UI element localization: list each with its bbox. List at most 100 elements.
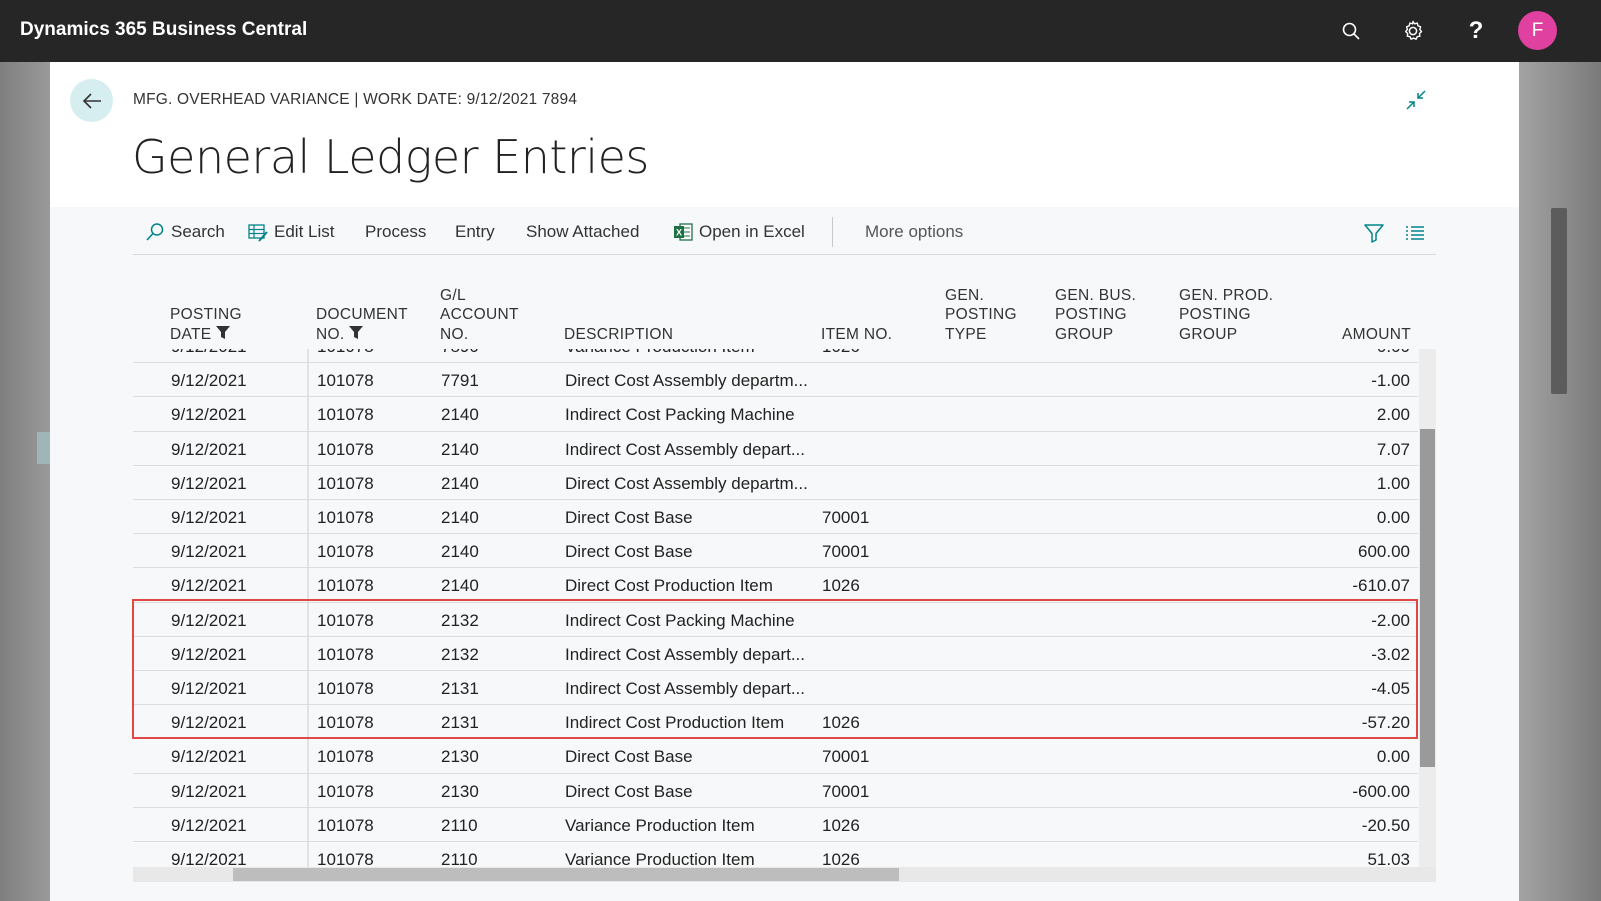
posting-date-cell[interactable]: 9/12/2021	[171, 474, 247, 494]
posting-date-cell[interactable]: 9/12/2021	[171, 782, 247, 802]
amount-cell[interactable]: 600.00	[1358, 542, 1410, 562]
table-row[interactable]: 9/12/2021 101078 2132 Indirect Cost Packing…	[133, 602, 1418, 637]
gl-account-no-cell[interactable]: 2131	[441, 679, 479, 699]
document-no-cell[interactable]: 101078	[317, 440, 374, 460]
posting-date-cell[interactable]: 9/12/2021	[171, 405, 247, 425]
amount-cell[interactable]: 0.00	[1377, 747, 1410, 767]
user-avatar[interactable]: F	[1518, 11, 1557, 50]
collapse-icon[interactable]	[1404, 88, 1428, 112]
horizontal-scrollbar-thumb[interactable]	[233, 868, 899, 881]
back-button[interactable]	[70, 79, 113, 122]
table-row[interactable]: 9/12/2021 101078 2130 Direct Cost Base 70001…	[133, 739, 1418, 774]
table-row[interactable]: 9/12/2021 101078 2140 Direct Cost Productio…	[133, 568, 1418, 603]
document-no-cell[interactable]: 101078	[317, 371, 374, 391]
description-cell[interactable]: Indirect Cost Assembly depart...	[565, 645, 805, 665]
filter-icon[interactable]	[1362, 221, 1386, 245]
description-cell[interactable]: Indirect Cost Assembly depart...	[565, 679, 805, 699]
amount-cell[interactable]: -610.07	[1352, 576, 1410, 596]
table-row[interactable]: 9/12/2021 101078 2140 Indirect Cost Packing…	[133, 397, 1418, 432]
posting-date-cell[interactable]: 9/12/2021	[171, 611, 247, 631]
amount-cell[interactable]: -20.50	[1362, 816, 1410, 836]
amount-cell[interactable]: -4.05	[1371, 679, 1410, 699]
table-row[interactable]: 9/12/2021 101078 2132 Indirect Cost Assembl…	[133, 636, 1418, 671]
gl-account-no-cell[interactable]: 2140	[441, 542, 479, 562]
amount-cell[interactable]: -57.20	[1362, 713, 1410, 733]
item-no-cell[interactable]: 1026	[822, 816, 860, 836]
document-no-cell[interactable]: 101078	[317, 713, 374, 733]
table-row[interactable]: 9/12/2021 101078 2131 Indirect Cost Product…	[133, 705, 1418, 740]
table-row[interactable]: 9/12/2021 101078 2140 Indirect Cost Assembl…	[133, 431, 1418, 466]
amount-cell[interactable]: -2.00	[1371, 611, 1410, 631]
document-no-cell[interactable]: 101078	[317, 474, 374, 494]
amount-cell[interactable]: 1.00	[1377, 474, 1410, 494]
item-no-cell[interactable]: 1026	[822, 576, 860, 596]
column-header-description[interactable]: DESCRIPTION	[564, 325, 673, 345]
description-cell[interactable]: Direct Cost Assembly departm...	[565, 474, 808, 494]
gl-account-no-cell[interactable]: 2110	[441, 816, 478, 836]
amount-cell[interactable]: 0.00	[1377, 508, 1410, 528]
column-header-gen-posting-type[interactable]: GEN. POSTING TYPE	[945, 286, 1017, 345]
posting-date-cell[interactable]: 9/12/2021	[171, 713, 247, 733]
search-action[interactable]: Search	[145, 222, 225, 242]
posting-date-cell[interactable]: 9/12/2021	[171, 542, 247, 562]
page-scrollbar[interactable]	[1551, 208, 1567, 394]
gl-account-no-cell[interactable]: 2132	[441, 645, 479, 665]
column-header-gen-bus-posting-group[interactable]: GEN. BUS. POSTING GROUP	[1055, 286, 1136, 345]
gear-icon[interactable]	[1398, 16, 1428, 46]
gl-account-no-cell[interactable]: 2132	[441, 611, 479, 631]
table-row[interactable]: 9/12/2021 101078 2110 Variance Production I…	[133, 807, 1418, 842]
column-header-item-no[interactable]: ITEM NO.	[821, 325, 892, 345]
description-cell[interactable]: Indirect Cost Production Item	[565, 713, 784, 733]
description-cell[interactable]: Direct Cost Base	[565, 508, 693, 528]
description-cell[interactable]: Indirect Cost Packing Machine	[565, 405, 795, 425]
table-row[interactable]: 9/12/2021 101078 2140 Direct Cost Base 70001…	[133, 534, 1418, 569]
gl-account-no-cell[interactable]: 2140	[441, 576, 479, 596]
item-no-cell[interactable]: 70001	[822, 508, 869, 528]
document-no-cell[interactable]: 101078	[317, 782, 374, 802]
description-cell[interactable]: Direct Cost Assembly departm...	[565, 371, 808, 391]
amount-cell[interactable]: 7.07	[1377, 440, 1410, 460]
amount-cell[interactable]: 0.00	[1377, 349, 1410, 357]
posting-date-cell[interactable]: 9/12/2021	[171, 576, 247, 596]
gl-account-no-cell[interactable]: 2140	[441, 405, 479, 425]
document-no-cell[interactable]: 101078	[317, 747, 374, 767]
gl-account-no-cell[interactable]: 2131	[441, 713, 479, 733]
table-row[interactable]: 9/12/2021 101078 2131 Indirect Cost Assembl…	[133, 671, 1418, 706]
document-no-cell[interactable]: 101078	[317, 816, 374, 836]
posting-date-cell[interactable]: 9/12/2021	[171, 747, 247, 767]
table-row[interactable]: 9/12/2021 101078 7890 Variance Production I…	[133, 349, 1418, 364]
posting-date-cell[interactable]: 9/12/2021	[171, 349, 247, 357]
document-no-cell[interactable]: 101078	[317, 405, 374, 425]
gl-account-no-cell[interactable]: 7890	[441, 349, 479, 357]
column-header-gl-account-no[interactable]: G/L ACCOUNT NO.	[440, 286, 519, 345]
document-no-cell[interactable]: 101078	[317, 508, 374, 528]
gl-account-no-cell[interactable]: 2140	[441, 508, 479, 528]
posting-date-cell[interactable]: 9/12/2021	[171, 816, 247, 836]
document-no-cell[interactable]: 101078	[317, 542, 374, 562]
table-row[interactable]: 9/12/2021 101078 7791 Direct Cost Assembly …	[133, 363, 1418, 398]
column-header-document-no[interactable]: DOCUMENT NO.	[316, 305, 408, 344]
item-no-cell[interactable]: 70001	[822, 782, 869, 802]
amount-cell[interactable]: 2.00	[1377, 405, 1410, 425]
app-title[interactable]: Dynamics 365 Business Central	[20, 19, 307, 41]
column-header-posting-date[interactable]: POSTING DATE	[170, 305, 242, 344]
document-no-cell[interactable]: 101078	[317, 349, 374, 357]
search-icon[interactable]	[1336, 16, 1366, 46]
list-view-icon[interactable]	[1403, 221, 1427, 245]
item-no-cell[interactable]: 70001	[822, 542, 869, 562]
column-header-amount[interactable]: AMOUNT	[1342, 325, 1411, 345]
document-no-cell[interactable]: 101078	[317, 576, 374, 596]
amount-cell[interactable]: -600.00	[1352, 782, 1410, 802]
entry-menu[interactable]: Entry	[455, 222, 495, 242]
posting-date-cell[interactable]: 9/12/2021	[171, 679, 247, 699]
process-menu[interactable]: Process	[365, 222, 426, 242]
item-no-cell[interactable]: 1026	[822, 349, 860, 357]
posting-date-cell[interactable]: 9/12/2021	[171, 645, 247, 665]
gl-account-no-cell[interactable]: 2140	[441, 440, 479, 460]
show-attached-action[interactable]: Show Attached	[526, 222, 639, 242]
posting-date-cell[interactable]: 9/12/2021	[171, 440, 247, 460]
gl-account-no-cell[interactable]: 7791	[441, 371, 479, 391]
document-no-cell[interactable]: 101078	[317, 679, 374, 699]
gl-account-no-cell[interactable]: 2130	[441, 782, 479, 802]
table-row[interactable]: 9/12/2021 101078 2140 Direct Cost Base 70001…	[133, 500, 1418, 535]
